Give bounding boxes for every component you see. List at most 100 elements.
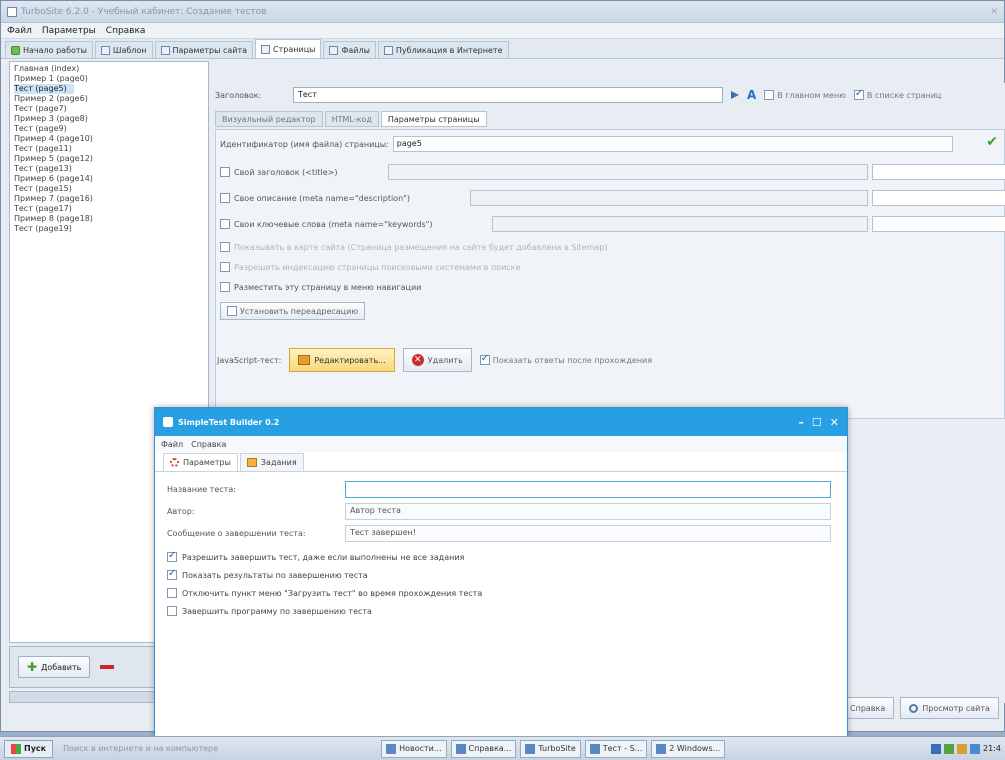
app-icon <box>7 6 17 17</box>
show-results-checkbox[interactable]: Показать результаты по завершению теста <box>167 566 835 584</box>
tab-tasks[interactable]: Задания <box>239 453 304 471</box>
checkbox-box[interactable] <box>167 550 177 562</box>
custom-desc-label: Свое описание (meta name="description") <box>234 193 410 203</box>
checkbox-box[interactable] <box>479 353 490 365</box>
editor-tabs: Визуальный редактор HTML-код Параметры с… <box>215 111 487 127</box>
format-icon[interactable] <box>731 91 739 99</box>
custom-desc-input[interactable] <box>470 190 868 206</box>
tray-icon[interactable] <box>931 743 942 754</box>
tab-files[interactable]: Файлы <box>323 41 376 58</box>
author-row: Автор: Автор теста <box>167 500 835 522</box>
custom-keys-input[interactable] <box>492 216 868 232</box>
in-list-checkbox[interactable]: В списке страниц <box>853 88 941 100</box>
custom-desc-checkbox[interactable] <box>220 193 230 203</box>
menu-params[interactable]: Параметры <box>42 26 96 36</box>
checkbox-box[interactable] <box>167 606 177 616</box>
title-input[interactable]: Тест <box>293 87 723 103</box>
list-item[interactable]: Тест (page19) <box>14 224 204 234</box>
delete-icon: ✕ <box>411 354 424 366</box>
maximize-icon[interactable]: ☐ <box>812 416 822 429</box>
list-item[interactable]: Тест (page17) <box>14 204 204 214</box>
taskbar-item[interactable]: Справка... <box>450 739 517 758</box>
disable-load-checkbox[interactable]: Отключить пункт меню "Загрузить тест" во… <box>167 584 835 602</box>
taskbar-item[interactable]: TurboSite <box>520 739 581 758</box>
custom-keys-checkbox[interactable] <box>220 219 230 229</box>
tab-site-params[interactable]: Параметры сайта <box>154 41 254 58</box>
checkbox-box[interactable] <box>167 588 177 598</box>
navmenu-label: Разместить эту страницу в меню навигации <box>234 282 422 292</box>
font-icon[interactable]: A <box>747 88 756 102</box>
preview-site-button[interactable]: Просмотр сайта <box>900 697 999 719</box>
windows-group-icon <box>656 743 667 754</box>
list-item[interactable]: Тест (page11) <box>14 144 204 154</box>
list-item[interactable]: Пример 7 (page16) <box>14 194 204 204</box>
list-item[interactable]: Главная (index) <box>14 64 204 74</box>
tray-icon[interactable] <box>970 743 981 754</box>
tray-icon[interactable] <box>944 743 955 754</box>
dialog-title-bar: SimpleTest Builder 0.2 – ☐ ✕ <box>155 408 847 436</box>
minimize-icon[interactable]: – <box>798 416 804 429</box>
list-item[interactable]: Пример 1 (page0) <box>14 74 204 84</box>
list-item[interactable]: Тест (page15) <box>14 184 204 194</box>
set-redirect-button[interactable]: Установить переадресацию <box>220 302 366 320</box>
list-item[interactable]: Пример 2 (page6) <box>14 94 204 104</box>
tab-parameters[interactable]: Параметры <box>163 453 238 471</box>
checkbox-box[interactable] <box>853 88 864 100</box>
list-item[interactable]: Пример 8 (page18) <box>14 214 204 224</box>
clock[interactable]: 21:4 <box>983 744 1001 753</box>
close-on-finish-checkbox[interactable]: Завершить программу по завершению теста <box>167 602 835 620</box>
files-icon <box>329 45 339 55</box>
list-item[interactable]: Пример 6 (page14) <box>14 174 204 184</box>
dialog-menu-file[interactable]: Файл <box>161 440 183 449</box>
in-menu-checkbox[interactable]: В главном меню <box>764 90 846 100</box>
tab-publish[interactable]: Публикация в Интернете <box>377 41 509 58</box>
edit-test-button[interactable]: Редактировать... <box>289 348 395 372</box>
close-icon[interactable]: ✕ <box>830 416 839 429</box>
custom-keys-extra[interactable] <box>872 216 1005 232</box>
list-item-selected[interactable]: Тест (page5) <box>14 84 74 94</box>
tab-pages[interactable]: Страницы <box>255 39 322 58</box>
dialog-menu-help[interactable]: Справка <box>191 440 226 449</box>
tab-html-code[interactable]: HTML-код <box>324 111 379 127</box>
custom-title-checkbox[interactable] <box>220 167 230 177</box>
show-answers-checkbox[interactable]: Показать ответы после прохождения <box>479 353 652 365</box>
navmenu-checkbox[interactable] <box>220 282 230 292</box>
taskbar-item[interactable]: Тест - S... <box>584 739 648 758</box>
custom-desc-extra[interactable] <box>872 190 1005 206</box>
add-page-button[interactable]: ✚ Добавить <box>18 656 91 678</box>
checkbox-box[interactable] <box>167 568 177 580</box>
taskbar-search[interactable]: Поиск в интернете и на компьютере <box>57 740 377 758</box>
list-item[interactable]: Пример 4 (page10) <box>14 134 204 144</box>
menu-file[interactable]: Файл <box>7 26 32 36</box>
remove-page-icon[interactable] <box>100 665 115 669</box>
start-button[interactable]: Пуск <box>4 739 54 758</box>
author-input[interactable]: Автор теста <box>345 502 831 520</box>
window-controls[interactable]: ✕ <box>990 7 998 17</box>
tray-icon[interactable] <box>957 743 968 754</box>
tab-visual-editor[interactable]: Визуальный редактор <box>215 111 323 127</box>
tab-page-params[interactable]: Параметры страницы <box>380 111 487 127</box>
help-button[interactable]: Справка <box>841 697 895 719</box>
finish-message-input[interactable]: Тест завершен! <box>345 524 831 542</box>
list-item[interactable]: Тест (page7) <box>14 104 204 114</box>
tab-template[interactable]: Шаблон <box>94 41 153 58</box>
menu-help[interactable]: Справка <box>106 26 146 36</box>
list-item[interactable]: Тест (page13) <box>14 164 204 174</box>
taskbar-item[interactable]: Новости... <box>381 739 447 758</box>
allow-finish-checkbox[interactable]: Разрешить завершить тест, даже если выпо… <box>167 548 835 566</box>
list-item[interactable]: Пример 5 (page12) <box>14 154 204 164</box>
test-name-input[interactable] <box>345 480 831 498</box>
delete-test-button[interactable]: ✕ Удалить <box>402 348 472 372</box>
js-test-row: JavaScript-тест: Редактировать... ✕ Удал… <box>217 348 652 372</box>
checkbox-box[interactable] <box>764 90 775 100</box>
filename-input[interactable]: page5 <box>392 136 953 152</box>
close-icon[interactable]: ✕ <box>990 7 998 17</box>
list-item[interactable]: Тест (page9) <box>14 124 204 134</box>
pages-icon <box>261 44 271 54</box>
list-item[interactable]: Пример 3 (page8) <box>14 114 204 124</box>
test-icon <box>589 743 600 754</box>
custom-title-extra[interactable] <box>872 164 1005 180</box>
tab-start[interactable]: Начало работы <box>5 41 93 58</box>
taskbar-item[interactable]: 2 Windows... <box>651 739 726 758</box>
custom-title-input[interactable] <box>388 164 868 180</box>
